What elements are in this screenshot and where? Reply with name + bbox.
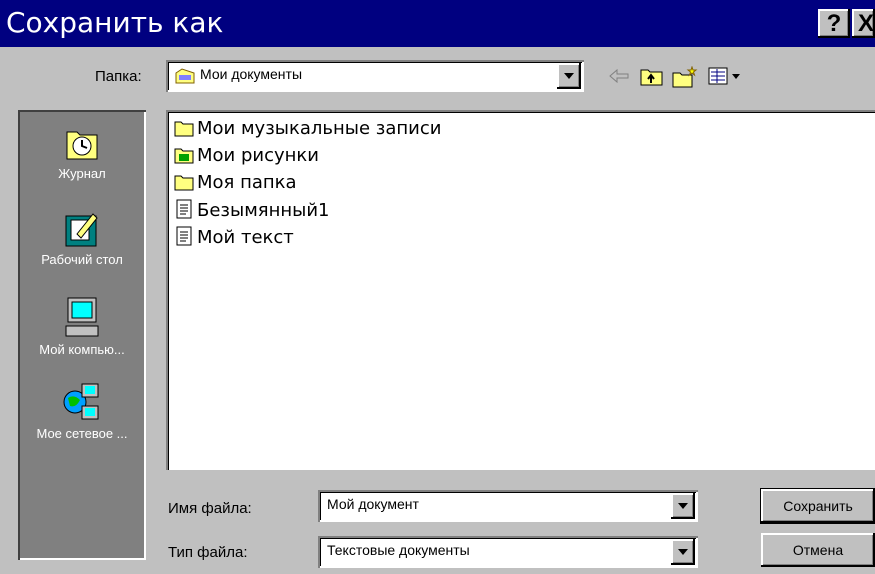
places-item-desktop[interactable]: Рабочий стол — [18, 210, 146, 267]
cancel-button[interactable]: Отмена — [761, 533, 875, 567]
pictures-folder-icon — [174, 148, 194, 164]
network-icon — [63, 383, 99, 420]
places-item-history[interactable]: Журнал — [18, 124, 146, 181]
filename-dropdown-button[interactable] — [671, 493, 695, 519]
up-folder-icon[interactable] — [640, 66, 664, 86]
title-bar[interactable]: Сохранить как ? X — [0, 0, 875, 47]
my-computer-icon — [65, 297, 99, 337]
save-button[interactable]: Сохранить — [760, 488, 875, 524]
places-bar: Журнал Рабочий стол Мой компью... Мое се… — [18, 110, 146, 560]
document-icon — [176, 199, 192, 219]
list-item[interactable]: Моя папка — [174, 172, 297, 198]
list-item[interactable]: Мои рисунки — [174, 145, 319, 171]
filetype-select[interactable]: Текстовые документы — [318, 536, 698, 568]
filename-value: Мой документ — [327, 496, 419, 512]
folder-dropdown-button[interactable] — [557, 63, 581, 89]
desktop-icon — [65, 213, 98, 247]
places-item-my-computer[interactable]: Мой компью... — [18, 296, 146, 357]
filetype-label: Тип файла: — [168, 544, 248, 561]
back-icon[interactable] — [608, 66, 630, 86]
list-item[interactable]: Безымянный1 — [174, 199, 330, 225]
filename-input[interactable]: Мой документ — [318, 490, 698, 522]
filetype-value: Текстовые документы — [327, 542, 470, 558]
folder-icon — [174, 175, 194, 191]
window-title: Сохранить как — [6, 6, 224, 39]
new-folder-icon[interactable] — [672, 66, 698, 88]
document-icon — [176, 226, 192, 246]
list-item[interactable]: Мои музыкальные записи — [174, 118, 441, 144]
list-item[interactable]: Мой текст — [174, 226, 294, 252]
save-as-dialog: Сохранить как ? X Папка: Мои документы Ж… — [0, 0, 875, 574]
folder-select[interactable]: Мои документы — [166, 60, 584, 92]
folder-icon — [174, 121, 194, 137]
help-button[interactable]: ? — [818, 9, 850, 38]
history-icon — [66, 131, 98, 160]
file-list[interactable]: Мои музыкальные записи Мои рисунки Моя п… — [166, 110, 875, 470]
filetype-dropdown-button[interactable] — [671, 539, 695, 565]
folder-value: Мои документы — [200, 66, 303, 82]
my-documents-icon — [175, 68, 195, 84]
places-item-network[interactable]: Мое сетевое ... — [18, 382, 146, 441]
filename-label: Имя файла: — [168, 500, 252, 517]
views-icon[interactable] — [708, 66, 742, 86]
folder-label: Папка: — [95, 68, 142, 85]
close-button[interactable]: X — [852, 9, 875, 38]
